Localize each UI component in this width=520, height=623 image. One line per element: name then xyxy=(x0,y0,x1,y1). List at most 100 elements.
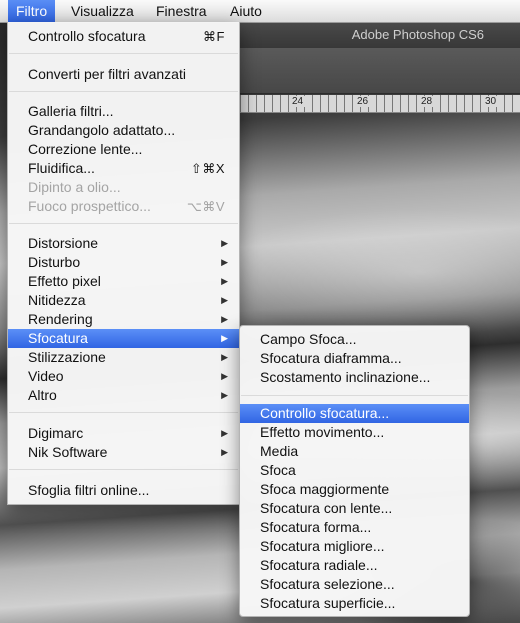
menu-item-last-filter[interactable]: Controllo sfocatura ⌘F xyxy=(8,27,239,46)
submenu-item-smart-blur[interactable]: Controllo sfocatura... xyxy=(240,404,469,423)
menu-item-label: Nik Software xyxy=(28,444,108,460)
menu-item-label: Sfoca maggiormente xyxy=(260,481,390,497)
options-bar xyxy=(240,48,520,94)
submenu-item-blur-more[interactable]: Sfoca maggiormente xyxy=(240,480,469,499)
menu-item-label: Converti per filtri avanzati xyxy=(28,66,186,82)
menu-item-label: Sfocatura con lente... xyxy=(260,500,393,516)
ruler-label: 28 xyxy=(421,96,435,107)
shortcut-label: ⌘F xyxy=(203,29,225,44)
submenu-item-lens-blur[interactable]: Sfocatura con lente... xyxy=(240,499,469,518)
menu-item-label: Effetto movimento... xyxy=(260,424,385,440)
menu-item-stylize[interactable]: Stilizzazione ▶ xyxy=(8,348,239,367)
menu-finestra[interactable]: Finestra xyxy=(148,0,215,22)
submenu-item-shape-blur[interactable]: Sfocatura forma... xyxy=(240,518,469,537)
submenu-item-selective-blur[interactable]: Sfocatura selezione... xyxy=(240,575,469,594)
menu-item-label: Altro xyxy=(28,387,57,403)
menu-item-noise[interactable]: Disturbo ▶ xyxy=(8,253,239,272)
menu-bar: Filtro Visualizza Finestra Aiuto xyxy=(0,0,520,23)
submenu-arrow-icon: ▶ xyxy=(221,390,228,400)
ruler-label: 24 xyxy=(292,96,306,107)
menu-item-oil-paint: Dipinto a olio... xyxy=(8,178,239,197)
menu-item-label: Scostamento inclinazione... xyxy=(260,369,431,385)
menu-item-label: Distorsione xyxy=(28,235,99,251)
menu-item-label: Galleria filtri... xyxy=(28,103,114,119)
menu-item-pixelate[interactable]: Effetto pixel ▶ xyxy=(8,272,239,291)
menu-separator xyxy=(9,412,238,413)
submenu-item-iris-blur[interactable]: Sfocatura diaframma... xyxy=(240,349,469,368)
submenu-arrow-icon: ▶ xyxy=(221,295,228,305)
submenu-item-motion-blur[interactable]: Effetto movimento... xyxy=(240,423,469,442)
submenu-item-radial-blur[interactable]: Sfocatura radiale... xyxy=(240,556,469,575)
menu-item-liquify[interactable]: Fluidifica... ⇧⌘X xyxy=(8,159,239,178)
submenu-arrow-icon: ▶ xyxy=(221,238,228,248)
menu-item-label: Sfocatura selezione... xyxy=(260,576,395,592)
submenu-arrow-icon: ▶ xyxy=(221,371,228,381)
menu-item-label: Sfocatura radiale... xyxy=(260,557,378,573)
ruler-label: 26 xyxy=(357,96,371,107)
menu-item-label: Stilizzazione xyxy=(28,349,106,365)
menu-item-label: Sfocatura superficie... xyxy=(260,595,396,611)
menu-separator xyxy=(9,223,238,224)
menu-item-label: Correzione lente... xyxy=(28,141,143,157)
submenu-item-field-blur[interactable]: Campo Sfoca... xyxy=(240,330,469,349)
submenu-item-surface-blur[interactable]: Sfocatura superficie... xyxy=(240,594,469,613)
shortcut-label: ⌥⌘V xyxy=(186,199,225,214)
horizontal-ruler: 24 26 28 30 xyxy=(240,95,520,113)
menu-item-sharpen[interactable]: Nitidezza ▶ xyxy=(8,291,239,310)
menu-item-blur[interactable]: Sfocatura ▶ xyxy=(8,329,239,348)
menu-item-nik-software[interactable]: Nik Software ▶ xyxy=(8,443,239,462)
menu-item-video[interactable]: Video ▶ xyxy=(8,367,239,386)
submenu-arrow-icon: ▶ xyxy=(221,428,228,438)
menu-item-other[interactable]: Altro ▶ xyxy=(8,386,239,405)
menu-separator xyxy=(9,91,238,92)
menu-item-adaptive-wide-angle[interactable]: Grandangolo adattato... xyxy=(8,121,239,140)
menu-item-label: Controllo sfocatura... xyxy=(260,405,390,421)
menu-item-label: Sfocatura migliore... xyxy=(260,538,385,554)
menu-item-label: Nitidezza xyxy=(28,292,86,308)
menu-item-label: Media xyxy=(260,443,299,459)
submenu-item-average[interactable]: Media xyxy=(240,442,469,461)
menu-item-browse-filters-online[interactable]: Sfoglia filtri online... xyxy=(8,481,239,500)
blur-submenu: Campo Sfoca... Sfocatura diaframma... Sc… xyxy=(239,325,470,617)
menu-item-label: Sfoglia filtri online... xyxy=(28,482,150,498)
menu-item-label: Sfocatura xyxy=(28,330,88,346)
menu-item-label: Sfoca xyxy=(260,462,296,478)
menu-item-lens-correction[interactable]: Correzione lente... xyxy=(8,140,239,159)
submenu-item-blur[interactable]: Sfoca xyxy=(240,461,469,480)
menu-separator xyxy=(241,395,468,396)
menu-item-label: Sfocatura diaframma... xyxy=(260,350,402,366)
menu-item-filter-gallery[interactable]: Galleria filtri... xyxy=(8,102,239,121)
submenu-arrow-icon: ▶ xyxy=(221,314,228,324)
menu-item-digimarc[interactable]: Digimarc ▶ xyxy=(8,424,239,443)
ruler-label: 30 xyxy=(485,96,499,107)
menu-item-label: Fluidifica... xyxy=(28,160,95,176)
menu-item-label: Rendering xyxy=(28,311,93,327)
filter-menu: Controllo sfocatura ⌘F Converti per filt… xyxy=(7,22,240,505)
menu-item-render[interactable]: Rendering ▶ xyxy=(8,310,239,329)
menu-item-label: Controllo sfocatura xyxy=(28,28,146,44)
submenu-arrow-icon: ▶ xyxy=(221,276,228,286)
menu-item-label: Dipinto a olio... xyxy=(28,179,121,195)
submenu-arrow-icon: ▶ xyxy=(221,447,228,457)
submenu-arrow-icon: ▶ xyxy=(221,352,228,362)
menu-item-label: Sfocatura forma... xyxy=(260,519,372,535)
menu-item-distort[interactable]: Distorsione ▶ xyxy=(8,234,239,253)
menu-item-label: Disturbo xyxy=(28,254,81,270)
menu-separator xyxy=(9,53,238,54)
submenu-arrow-icon: ▶ xyxy=(221,333,228,343)
app-title-bar: Adobe Photoshop CS6 xyxy=(240,22,520,48)
menu-item-label: Effetto pixel xyxy=(28,273,101,289)
menu-aiuto[interactable]: Aiuto xyxy=(222,0,270,22)
app-title: Adobe Photoshop CS6 xyxy=(351,27,484,42)
menu-item-label: Fuoco prospettico... xyxy=(28,198,151,214)
submenu-arrow-icon: ▶ xyxy=(221,257,228,267)
menu-separator xyxy=(9,469,238,470)
shortcut-label: ⇧⌘X xyxy=(190,161,225,176)
menu-visualizza[interactable]: Visualizza xyxy=(63,0,142,22)
menu-filtro[interactable]: Filtro xyxy=(8,0,56,22)
menu-item-convert-smart-filters[interactable]: Converti per filtri avanzati xyxy=(8,65,239,84)
submenu-item-tilt-shift[interactable]: Scostamento inclinazione... xyxy=(240,368,469,387)
menu-item-label: Digimarc xyxy=(28,425,84,441)
menu-item-label: Grandangolo adattato... xyxy=(28,122,176,138)
submenu-item-smart-blur-improved[interactable]: Sfocatura migliore... xyxy=(240,537,469,556)
